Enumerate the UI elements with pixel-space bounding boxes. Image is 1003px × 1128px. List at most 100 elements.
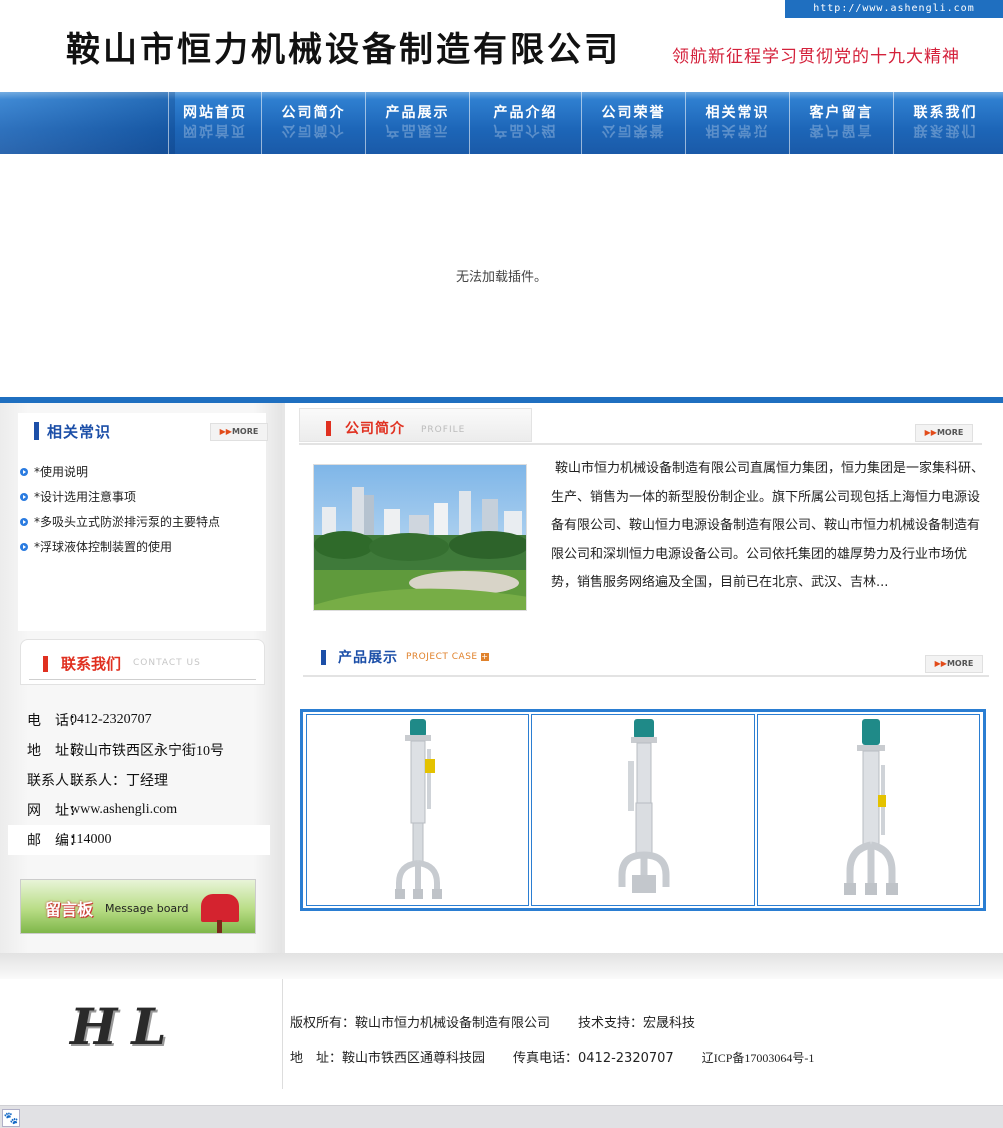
nav-item-reflection: 公司荣誉 bbox=[601, 122, 666, 138]
product-gallery bbox=[300, 709, 986, 911]
nav-item-knowledge[interactable]: 相关常识 相关常识 bbox=[685, 92, 789, 154]
contact-title: 联系我们 bbox=[61, 655, 122, 673]
nav-item-label: 产品展示 bbox=[385, 105, 450, 121]
page: http://www.ashengli.com 鞍山市恒力机械设备制造有限公司 … bbox=[0, 0, 1003, 1128]
divider bbox=[299, 443, 982, 445]
footer-divider bbox=[282, 979, 283, 1089]
footer-logo: HL bbox=[70, 997, 181, 1056]
company-city-photo bbox=[313, 464, 527, 611]
product-card[interactable] bbox=[306, 714, 530, 906]
site-url-link[interactable]: http://www.ashengli.com bbox=[785, 0, 1003, 18]
nav-item-label: 网站首页 bbox=[183, 105, 247, 121]
product-card[interactable] bbox=[756, 714, 980, 906]
header-slogan: 领航新征程学习贯彻党的十九大精神 bbox=[672, 47, 960, 67]
products-more-button[interactable]: ▶▶MORE bbox=[925, 655, 983, 673]
knowledge-item[interactable]: *浮球液体控制装置的使用 bbox=[18, 534, 220, 559]
mailbox-icon bbox=[201, 894, 239, 922]
about-subtitle: PROFILE bbox=[421, 425, 466, 435]
nav-item-product-intro[interactable]: 产品介绍 产品介绍 bbox=[469, 92, 581, 154]
footer-band bbox=[0, 953, 1003, 979]
bullet-arrow-icon bbox=[20, 517, 28, 526]
contact-subtitle: CONTACT US bbox=[133, 658, 201, 668]
message-board-subtitle: Message board bbox=[105, 902, 189, 915]
contact-value: 0412-2320707 bbox=[70, 712, 152, 727]
knowledge-title: 相关常识 bbox=[47, 422, 112, 441]
more-label: MORE bbox=[231, 427, 259, 436]
knowledge-list: *使用说明 *设计选用注意事项 *多吸头立式防淤排污泵的主要特点 *浮球液体控制… bbox=[18, 459, 220, 559]
knowledge-item[interactable]: *多吸头立式防淤排污泵的主要特点 bbox=[18, 509, 220, 534]
nav-item-label: 联系我们 bbox=[913, 105, 978, 121]
about-more-button[interactable]: ▶▶MORE bbox=[915, 424, 973, 442]
contact-row-address: 地 址： 鞍山市铁西区永宁街10号 bbox=[8, 735, 270, 765]
footer-copyright-line: 版权所有：鞍山市恒力机械设备制造有限公司 技术支持：宏晟科技 bbox=[290, 1012, 695, 1031]
knowledge-header: 相关常识 bbox=[34, 419, 111, 443]
nav-item-label: 产品介绍 bbox=[493, 105, 558, 121]
contact-key: 网 址： bbox=[27, 804, 83, 819]
plugin-error-message: 无法加载插件。 bbox=[455, 270, 547, 285]
footer: HL 版权所有：鞍山市恒力机械设备制造有限公司 技术支持：宏晟科技 地 址：鞍山市… bbox=[0, 979, 1003, 1105]
more-label: MORE bbox=[936, 428, 964, 437]
contact-row-website: 网 址： www.ashengli.com bbox=[8, 795, 270, 825]
icp-link[interactable]: 辽ICP备17003064号-1 bbox=[702, 1051, 815, 1065]
nav-items: 网站首页 网站首页 公司简介 公司简介 产品展示 产品展示 产品介绍 产品介绍 … bbox=[168, 92, 997, 154]
main-content: 公司简介 PROFILE ▶▶MORE 鞍山市恒力机械设备制造有限公司直属恒力集… bbox=[282, 403, 1003, 953]
contact-key: 电 话： bbox=[27, 714, 83, 729]
bullet-arrow-icon bbox=[20, 467, 28, 476]
arrow-icon: ▶▶ bbox=[934, 659, 947, 668]
nav-item-label: 客户留言 bbox=[809, 105, 874, 121]
contact-key: 地 址： bbox=[27, 744, 83, 759]
contact-row-phone: 电 话： 0412-2320707 bbox=[8, 705, 270, 735]
contact-value: 114000 bbox=[70, 832, 112, 847]
contact-value: 鞍山市铁西区永宁街10号 bbox=[70, 744, 224, 759]
contact-value: 联系人：丁经理 bbox=[70, 774, 168, 789]
product-card[interactable] bbox=[531, 714, 755, 906]
knowledge-box: 相关常识 ▶▶MORE *使用说明 *设计选用注意事项 *多吸头立式防淤排污泵的… bbox=[18, 413, 268, 631]
nav-item-contact[interactable]: 联系我们 联系我们 bbox=[893, 92, 997, 154]
header: http://www.ashengli.com 鞍山市恒力机械设备制造有限公司 … bbox=[0, 0, 1003, 92]
nav-item-products[interactable]: 产品展示 产品展示 bbox=[365, 92, 469, 154]
nav-item-label: 公司简介 bbox=[281, 105, 346, 121]
pump-image bbox=[618, 719, 670, 893]
paw-icon[interactable]: 🐾 bbox=[2, 1109, 20, 1127]
nav-item-reflection: 客户留言 bbox=[809, 122, 874, 138]
footer-address-line: 地 址：鞍山市铁西区通尊科技园 传真电话：0412-2320707 辽ICP备170… bbox=[290, 1047, 814, 1066]
message-board-banner[interactable]: 留言板 Message board bbox=[20, 879, 256, 934]
nav-item-label: 相关常识 bbox=[705, 105, 770, 121]
contact-key: 联系人： bbox=[27, 774, 83, 789]
knowledge-item-label: *多吸头立式防淤排污泵的主要特点 bbox=[34, 515, 221, 529]
heading-marker bbox=[326, 421, 331, 436]
nav-item-about[interactable]: 公司简介 公司简介 bbox=[261, 92, 365, 154]
browser-status-bar: 🐾 bbox=[0, 1105, 1003, 1128]
contact-row-postcode: 邮 编： 114000 bbox=[8, 825, 270, 855]
nav-item-reflection: 公司简介 bbox=[281, 122, 346, 138]
bullet-arrow-icon bbox=[20, 542, 28, 551]
main-nav: 网站首页 网站首页 公司简介 公司简介 产品展示 产品展示 产品介绍 产品介绍 … bbox=[0, 92, 1003, 154]
knowledge-item[interactable]: *使用说明 bbox=[18, 459, 220, 484]
divider bbox=[303, 675, 989, 677]
nav-item-reflection: 相关常识 bbox=[705, 122, 770, 138]
copyright-text: 版权所有：鞍山市恒力机械设备制造有限公司 bbox=[290, 1016, 551, 1031]
nav-decoration bbox=[0, 92, 175, 154]
nav-item-reflection: 网站首页 bbox=[183, 122, 247, 138]
contact-list: 电 话： 0412-2320707 地 址： 鞍山市铁西区永宁街10号 联系人：… bbox=[8, 705, 270, 855]
contact-row-person: 联系人： 联系人：丁经理 bbox=[8, 765, 270, 795]
heading-marker bbox=[43, 656, 48, 672]
footer-address: 地 址：鞍山市铁西区通尊科技园 bbox=[290, 1051, 486, 1066]
nav-item-label: 公司荣誉 bbox=[601, 105, 666, 121]
contact-value: www.ashengli.com bbox=[70, 802, 178, 817]
arrow-icon: ▶▶ bbox=[219, 427, 232, 436]
knowledge-item[interactable]: *设计选用注意事项 bbox=[18, 484, 220, 509]
nav-item-home[interactable]: 网站首页 网站首页 bbox=[168, 92, 261, 154]
tech-support-text: 技术支持：宏晟科技 bbox=[578, 1016, 696, 1031]
knowledge-more-button[interactable]: ▶▶MORE bbox=[210, 423, 268, 441]
nav-item-guestbook[interactable]: 客户留言 客户留言 bbox=[789, 92, 893, 154]
site-title: 鞍山市恒力机械设备制造有限公司 bbox=[66, 30, 621, 70]
plus-icon: + bbox=[480, 652, 489, 661]
arrow-icon: ▶▶ bbox=[924, 428, 937, 437]
nav-item-honors[interactable]: 公司荣誉 公司荣誉 bbox=[581, 92, 685, 154]
products-header: 产品展示 PROJECT CASE + bbox=[321, 647, 489, 667]
pump-image bbox=[395, 719, 442, 899]
pump-image bbox=[843, 719, 898, 895]
contact-header: 联系我们 CONTACT US bbox=[20, 639, 265, 685]
divider bbox=[29, 679, 256, 680]
